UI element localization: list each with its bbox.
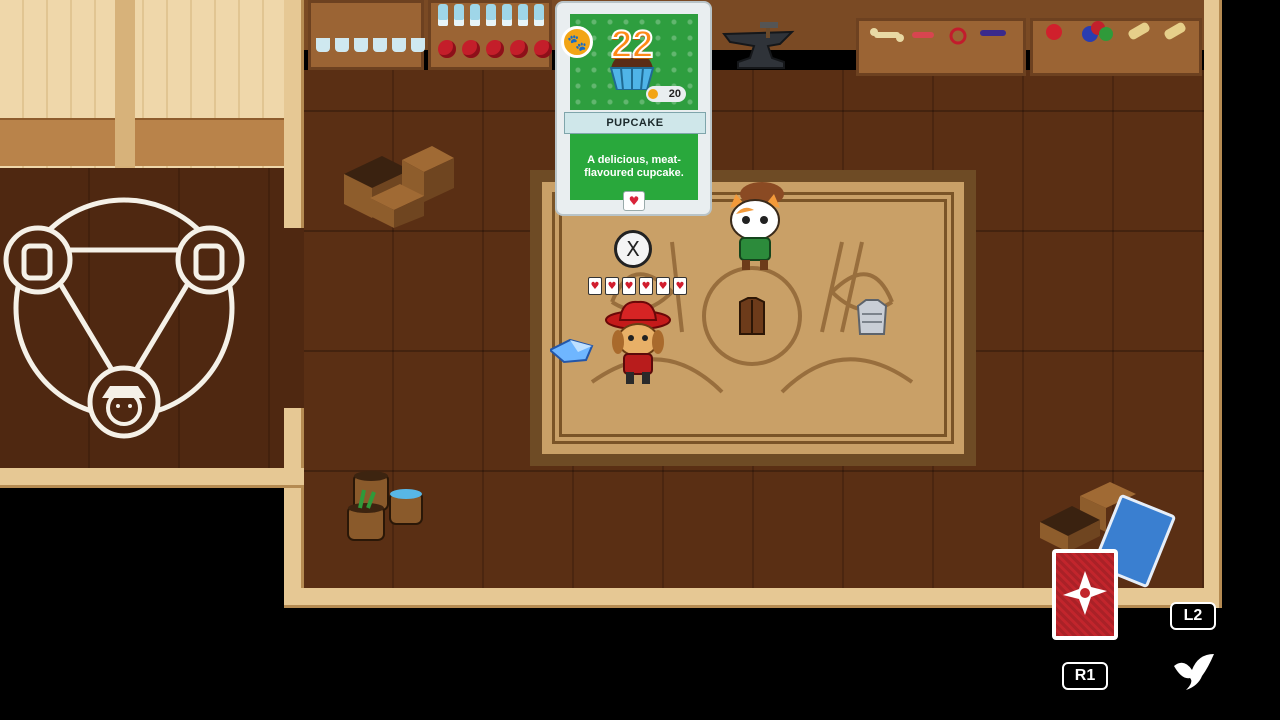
r1-button-prompt[interactable]: R1 xyxy=(1062,662,1108,690)
apple-item xyxy=(486,40,504,58)
apple-item xyxy=(534,40,552,58)
cat-shopkeeper[interactable] xyxy=(722,180,788,272)
shop-right-trim xyxy=(1204,0,1222,608)
cup-item xyxy=(411,38,425,52)
teleport-rune-circle[interactable] xyxy=(0,190,250,446)
cup-item xyxy=(373,38,387,52)
left-room-wall-post xyxy=(115,0,135,168)
apple-item xyxy=(438,40,456,58)
l2-button-prompt[interactable]: L2 xyxy=(1170,602,1216,630)
bottle-item xyxy=(502,4,512,26)
heart-icon: ♥ xyxy=(656,277,670,295)
bottle-item xyxy=(454,4,464,26)
heart-icon: ♥ xyxy=(639,277,653,295)
steel-armor-icon[interactable] xyxy=(854,298,890,338)
crystal-weapon-icon xyxy=(548,338,594,364)
left-room-floor-trim xyxy=(0,468,304,488)
cup-item xyxy=(354,38,368,52)
bottle-item xyxy=(534,4,544,26)
heart-icon: ♥ xyxy=(588,277,602,295)
paw-coin-icon: 🐾 xyxy=(561,26,593,58)
shelf-cups-row xyxy=(316,38,425,52)
bird-icon[interactable] xyxy=(1172,652,1216,694)
crate-stack xyxy=(344,140,456,228)
heart-icon: ♥ xyxy=(673,277,687,295)
heart-icon: ♥ xyxy=(623,191,645,211)
shelf-yarn-items xyxy=(1040,18,1196,48)
shelf-apple-row xyxy=(438,40,552,58)
shelf-bone-items xyxy=(868,24,1018,48)
shuriken-icon xyxy=(1056,553,1114,636)
wall-post-lower xyxy=(284,408,304,608)
apple-item xyxy=(510,40,528,58)
bottle-item xyxy=(438,4,448,26)
anvil-icon xyxy=(722,22,802,70)
cup-item xyxy=(392,38,406,52)
interact-button-prompt[interactable]: X xyxy=(614,230,652,268)
apple-item xyxy=(462,40,480,58)
heart-icon: ♥ xyxy=(605,277,619,295)
bottle-item xyxy=(470,4,480,26)
leather-armor-icon[interactable] xyxy=(736,296,768,336)
player-health-hearts: ♥ ♥ ♥ ♥ ♥ ♥ xyxy=(588,277,687,295)
heart-icon: ♥ xyxy=(622,277,636,295)
shelf-bottle-row xyxy=(438,4,544,26)
bottle-item xyxy=(486,4,496,26)
barrels xyxy=(346,468,426,544)
left-room-wall-band xyxy=(0,118,304,166)
item-name: PUPCAKE xyxy=(564,112,706,134)
cup-item xyxy=(316,38,330,52)
item-price: 20 xyxy=(646,86,686,102)
wall-post-upper xyxy=(284,0,304,228)
player-dog-cowboy xyxy=(604,298,672,386)
cup-item xyxy=(335,38,349,52)
shelf-bottles xyxy=(308,0,424,70)
item-cost: 22 xyxy=(610,23,654,67)
bottle-item xyxy=(518,4,528,26)
